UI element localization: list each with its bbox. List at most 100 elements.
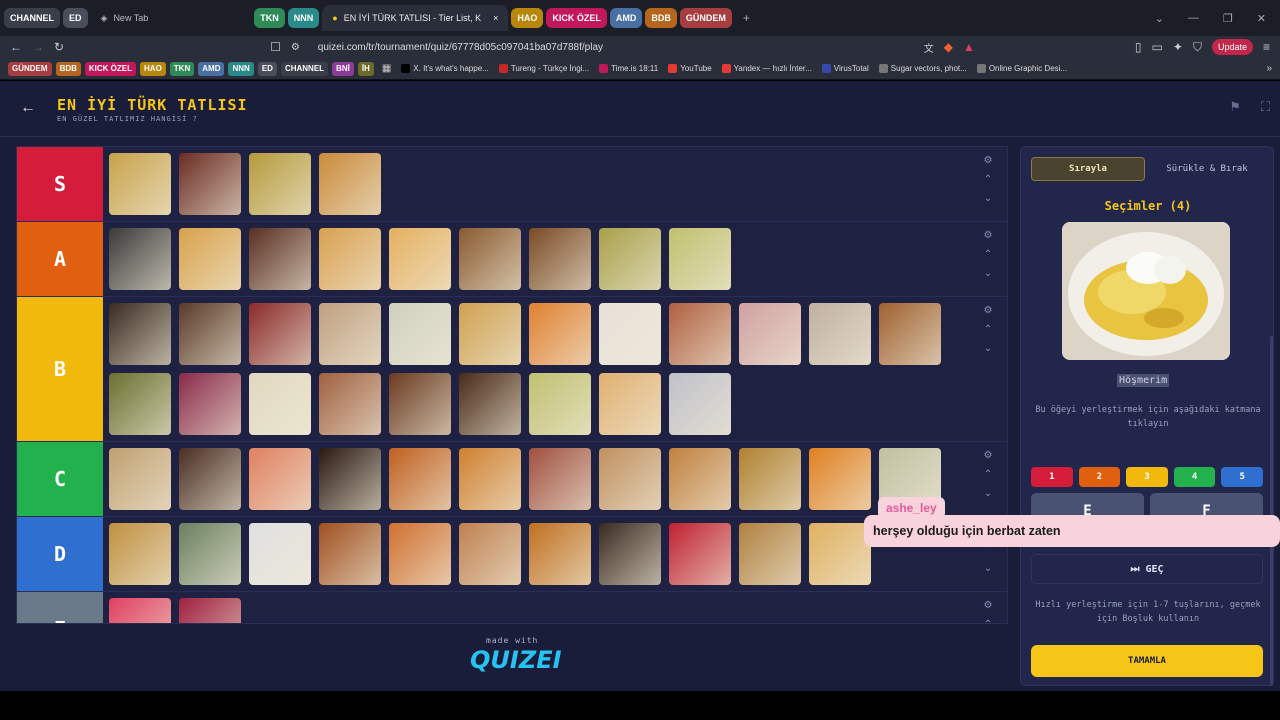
tier-row-b[interactable]: B ⚙ ⌃ ⌄ bbox=[17, 297, 1007, 442]
dessert-thumbnail[interactable] bbox=[109, 598, 171, 623]
tab-group-hao[interactable]: HAO bbox=[511, 8, 544, 28]
dessert-thumbnail[interactable] bbox=[459, 373, 521, 435]
more-bookmarks-icon[interactable]: » bbox=[1266, 63, 1272, 74]
gear-icon[interactable]: ⚙ bbox=[984, 155, 993, 166]
close-window-icon[interactable]: ✕ bbox=[1257, 12, 1266, 25]
wallet-icon[interactable]: ▭ bbox=[1152, 40, 1163, 54]
dessert-thumbnail[interactable] bbox=[669, 523, 731, 585]
vpn-icon[interactable]: ⛉ bbox=[1193, 40, 1202, 55]
dessert-thumbnail[interactable] bbox=[249, 523, 311, 585]
bookmark-link[interactable]: X. It's what's happe... bbox=[401, 64, 489, 73]
skip-button[interactable]: ⏭ GEÇ bbox=[1031, 554, 1263, 584]
dessert-thumbnail[interactable] bbox=[529, 303, 591, 365]
dessert-thumbnail[interactable] bbox=[459, 228, 521, 290]
sidebar-icon[interactable]: ▯ bbox=[1135, 40, 1142, 54]
reload-icon[interactable]: ↻ bbox=[54, 40, 64, 54]
dessert-thumbnail[interactable] bbox=[249, 303, 311, 365]
chevron-down-icon[interactable]: ⌄ bbox=[984, 343, 992, 354]
chevron-up-icon[interactable]: ⌃ bbox=[984, 324, 992, 335]
dessert-thumbnail[interactable] bbox=[319, 448, 381, 510]
dessert-thumbnail[interactable] bbox=[459, 448, 521, 510]
brave-shield-icon[interactable]: ◆ bbox=[944, 40, 953, 54]
dessert-thumbnail[interactable] bbox=[109, 228, 171, 290]
bookmark-group-amd[interactable]: AMD bbox=[198, 61, 225, 76]
bookmark-group-gündem[interactable]: GÜNDEM bbox=[8, 61, 52, 76]
dessert-thumbnail[interactable] bbox=[319, 373, 381, 435]
tier-row-e[interactable]: E⚙⌃⌄ bbox=[17, 592, 1007, 623]
chevron-up-icon[interactable]: ⌃ bbox=[984, 174, 992, 185]
extensions-icon[interactable]: ✦ bbox=[1173, 40, 1183, 54]
dessert-thumbnail[interactable] bbox=[319, 303, 381, 365]
tier-row-a[interactable]: A ⚙ ⌃ ⌄ bbox=[17, 222, 1007, 297]
dessert-thumbnail[interactable] bbox=[319, 523, 381, 585]
panel-scrollbar[interactable] bbox=[1270, 336, 1273, 686]
quizei-logo[interactable]: QUIZEI bbox=[470, 646, 562, 674]
tab-group-gündem[interactable]: GÜNDEM bbox=[679, 8, 732, 28]
dessert-thumbnail[interactable] bbox=[599, 373, 661, 435]
dessert-thumbnail[interactable] bbox=[459, 523, 521, 585]
dessert-thumbnail[interactable] bbox=[109, 448, 171, 510]
dessert-thumbnail[interactable] bbox=[389, 523, 451, 585]
fullscreen-icon[interactable]: ⛶ bbox=[1261, 99, 1270, 115]
tab-group-tkn[interactable]: TKN bbox=[254, 8, 285, 28]
dessert-thumbnail[interactable] bbox=[109, 153, 171, 215]
tab-group-kick-özel[interactable]: KICK ÖZEL bbox=[546, 8, 607, 28]
finish-button[interactable]: TAMAMLA bbox=[1031, 645, 1263, 677]
new-tab-plus-icon[interactable]: + bbox=[743, 11, 750, 25]
tab-group-nnn[interactable]: NNN bbox=[287, 8, 320, 28]
dessert-thumbnail[interactable] bbox=[669, 303, 731, 365]
tab-group-channel[interactable]: CHANNEL bbox=[4, 8, 60, 28]
translate-icon[interactable]: 文 bbox=[924, 40, 934, 55]
dessert-thumbnail[interactable] bbox=[109, 523, 171, 585]
url-field[interactable]: quizei.com/tr/tournament/quiz/67778d05c0… bbox=[318, 42, 914, 53]
bookmark-link[interactable]: Sugar vectors, phot... bbox=[878, 64, 967, 73]
dessert-thumbnail[interactable] bbox=[249, 448, 311, 510]
dessert-thumbnail[interactable] bbox=[109, 373, 171, 435]
mode-drag-drop-button[interactable]: Sürükle & Bırak bbox=[1151, 157, 1263, 181]
chevron-down-icon[interactable]: ⌄ bbox=[1155, 12, 1164, 25]
dessert-thumbnail[interactable] bbox=[809, 523, 871, 585]
chevron-down-icon[interactable]: ⌄ bbox=[984, 488, 992, 499]
dessert-thumbnail[interactable] bbox=[529, 523, 591, 585]
dessert-thumbnail[interactable] bbox=[389, 373, 451, 435]
site-info-icon[interactable]: ⚙ bbox=[291, 42, 300, 53]
dessert-thumbnail[interactable] bbox=[109, 303, 171, 365]
dessert-thumbnail[interactable] bbox=[389, 228, 451, 290]
brave-rewards-icon[interactable]: ▲ bbox=[963, 40, 975, 54]
dessert-thumbnail[interactable] bbox=[529, 448, 591, 510]
bookmark-group-nnn[interactable]: NNN bbox=[228, 61, 254, 76]
restore-icon[interactable]: ❐ bbox=[1223, 12, 1233, 25]
dessert-thumbnail[interactable] bbox=[179, 448, 241, 510]
bookmark-group-channel[interactable]: CHANNEL bbox=[280, 61, 329, 76]
back-arrow-icon[interactable]: ← bbox=[20, 99, 36, 117]
gear-icon[interactable]: ⚙ bbox=[984, 305, 993, 316]
grid-icon[interactable]: ▦ bbox=[382, 63, 391, 74]
tier-row-d[interactable]: D⚙⌃⌄ bbox=[17, 517, 1007, 592]
dessert-thumbnail[interactable] bbox=[319, 228, 381, 290]
bookmark-link[interactable]: YouTube bbox=[668, 64, 712, 73]
dessert-thumbnail[interactable] bbox=[389, 303, 451, 365]
tier-row-s[interactable]: S ⚙ ⌃ ⌄ bbox=[17, 147, 1007, 222]
menu-icon[interactable]: ≡ bbox=[1263, 40, 1270, 54]
bookmark-group-bdb[interactable]: BDB bbox=[55, 61, 81, 76]
bookmark-link[interactable]: Yandex — hızlı İnter... bbox=[721, 64, 812, 73]
tier-key-button-5[interactable]: 5 bbox=[1221, 467, 1263, 487]
dessert-thumbnail[interactable] bbox=[739, 448, 801, 510]
dessert-thumbnail[interactable] bbox=[179, 303, 241, 365]
dessert-thumbnail[interactable] bbox=[249, 373, 311, 435]
bookmark-group-ed[interactable]: ED bbox=[257, 61, 277, 76]
tab-group-ed[interactable]: ED bbox=[63, 8, 88, 28]
chevron-up-icon[interactable]: ⌃ bbox=[984, 619, 992, 623]
dessert-thumbnail[interactable] bbox=[529, 373, 591, 435]
dessert-thumbnail[interactable] bbox=[599, 228, 661, 290]
gear-icon[interactable]: ⚙ bbox=[984, 230, 993, 241]
dessert-thumbnail[interactable] bbox=[669, 448, 731, 510]
minimize-icon[interactable]: — bbox=[1188, 12, 1199, 25]
dessert-thumbnail[interactable] bbox=[459, 303, 521, 365]
dessert-thumbnail[interactable] bbox=[739, 303, 801, 365]
bookmark-link[interactable]: Time.is 18:11 bbox=[599, 64, 658, 73]
dessert-thumbnail[interactable] bbox=[179, 228, 241, 290]
dessert-thumbnail[interactable] bbox=[879, 303, 941, 365]
dessert-thumbnail[interactable] bbox=[599, 303, 661, 365]
dessert-thumbnail[interactable] bbox=[809, 303, 871, 365]
